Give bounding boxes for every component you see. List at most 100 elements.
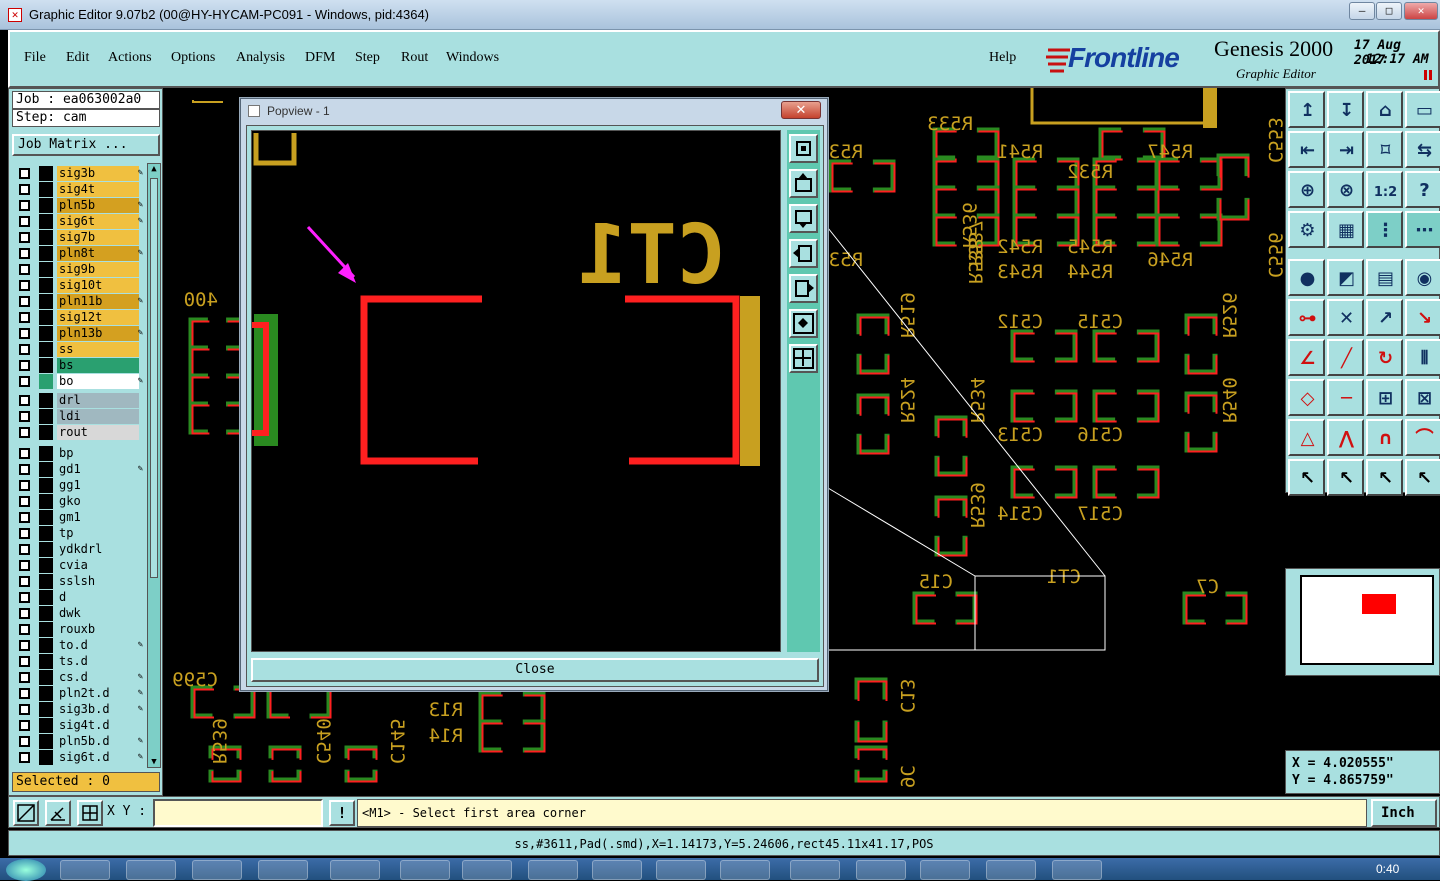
layer-row-pln5b[interactable]: pln5b ✎: [17, 198, 143, 213]
menu-help[interactable]: Help: [989, 50, 1016, 66]
layer-checkbox[interactable]: [19, 448, 30, 459]
popview-zoom-in-button[interactable]: [789, 309, 818, 338]
layer-state-indicator[interactable]: [39, 446, 53, 461]
layer-checkbox[interactable]: [19, 592, 30, 603]
layer-name[interactable]: rouxb: [57, 622, 139, 637]
layer-state-indicator[interactable]: [39, 326, 53, 341]
layer-name[interactable]: sig9b: [57, 262, 139, 277]
snap-points-button[interactable]: ⋮: [1366, 211, 1403, 248]
layer-name[interactable]: drl: [57, 393, 139, 408]
popview-pan-down-button[interactable]: [789, 204, 818, 233]
layer-checkbox[interactable]: [19, 624, 30, 635]
layer-row-ts-d[interactable]: ts.d: [17, 654, 139, 669]
layer-row-to-d[interactable]: to.d ✎: [17, 638, 143, 653]
layer-state-indicator[interactable]: [39, 342, 53, 357]
layer-checkbox[interactable]: [19, 200, 30, 211]
layer-row-cvia[interactable]: cvia: [17, 558, 139, 573]
overview-frame[interactable]: [1300, 575, 1434, 665]
menu-edit[interactable]: Edit: [66, 50, 89, 66]
layer-name[interactable]: sig6t.d ✎: [57, 750, 143, 765]
taskbar-item[interactable]: [528, 860, 578, 880]
layer-state-indicator[interactable]: [39, 734, 53, 749]
layer-row-pln8t[interactable]: pln8t ✎: [17, 246, 143, 261]
layer-state-indicator[interactable]: [39, 638, 53, 653]
layer-name[interactable]: cs.d ✎: [57, 670, 143, 685]
layer-name[interactable]: pln11b ✎: [57, 294, 143, 309]
alert-icon[interactable]: !: [329, 800, 355, 826]
menu-dfm[interactable]: DFM: [305, 50, 335, 66]
measure-button[interactable]: ⚙: [1288, 211, 1325, 248]
layer-row-pln11b[interactable]: pln11b ✎: [17, 294, 143, 309]
mirror-tool-button[interactable]: ⋀: [1327, 419, 1364, 456]
layer-checkbox[interactable]: [19, 704, 30, 715]
layer-row-gm1[interactable]: gm1: [17, 510, 139, 525]
layer-name[interactable]: pln13b ✎: [57, 326, 143, 341]
layer-row-sig6t[interactable]: sig6t ✎: [17, 214, 143, 229]
popview-zoom-out-button[interactable]: [789, 344, 818, 373]
taskbar-item[interactable]: [126, 860, 176, 880]
layer-state-indicator[interactable]: [39, 702, 53, 717]
layer-name[interactable]: tp: [57, 526, 139, 541]
layer-row-sig9b[interactable]: sig9b: [17, 262, 139, 277]
layer-name[interactable]: sig6t ✎: [57, 214, 143, 229]
layer-name[interactable]: ss: [57, 342, 139, 357]
snap-grid-button[interactable]: ⊞: [1366, 379, 1403, 416]
taskbar-item[interactable]: [856, 860, 906, 880]
layer-row-bs[interactable]: bs: [17, 358, 139, 373]
grid-toggle-button[interactable]: ▦: [1327, 211, 1364, 248]
select-single-button[interactable]: ●: [1288, 259, 1325, 296]
layer-state-indicator[interactable]: [39, 494, 53, 509]
pad-tool-button[interactable]: ◇: [1288, 379, 1325, 416]
menu-actions[interactable]: Actions: [108, 50, 152, 66]
popview-pan-left-button[interactable]: [789, 239, 818, 268]
layer-state-indicator[interactable]: [39, 358, 53, 373]
layer-state-indicator[interactable]: [39, 750, 53, 765]
layer-name[interactable]: to.d ✎: [57, 638, 143, 653]
layer-name[interactable]: bp: [57, 446, 139, 461]
menu-options[interactable]: Options: [171, 50, 215, 66]
layer-checkbox[interactable]: [19, 296, 30, 307]
popview-pan-right-button[interactable]: [789, 274, 818, 303]
layer-checkbox[interactable]: [19, 672, 30, 683]
layer-name[interactable]: pln5b.d ✎: [57, 734, 143, 749]
pointer-move-button[interactable]: ↖: [1366, 459, 1403, 496]
layer-name[interactable]: pln2t.d ✎: [57, 686, 143, 701]
layer-state-indicator[interactable]: [39, 574, 53, 589]
units-selector[interactable]: Inch: [1371, 799, 1437, 827]
layer-state-indicator[interactable]: [39, 166, 53, 181]
taskbar-item[interactable]: [330, 860, 380, 880]
layer-state-indicator[interactable]: [39, 214, 53, 229]
layer-row-sig3b-d[interactable]: sig3b.d ✎: [17, 702, 143, 717]
layer-checkbox[interactable]: [19, 720, 30, 731]
snap-midpoints-button[interactable]: ⋯: [1405, 211, 1440, 248]
layer-checkbox[interactable]: [19, 168, 30, 179]
query-button[interactable]: ?: [1405, 171, 1440, 208]
layer-checkbox[interactable]: [19, 608, 30, 619]
fit-button[interactable]: ⌑: [1366, 131, 1403, 168]
select-area-button[interactable]: ◩: [1327, 259, 1364, 296]
layer-checkbox[interactable]: [19, 736, 30, 747]
layer-state-indicator[interactable]: [39, 278, 53, 293]
layer-checkbox[interactable]: [19, 184, 30, 195]
layer-checkbox[interactable]: [19, 464, 30, 475]
home-button[interactable]: ⌂: [1366, 91, 1403, 128]
layer-name[interactable]: sslsh: [57, 574, 139, 589]
layer-name[interactable]: sig7b: [57, 230, 139, 245]
layer-state-indicator[interactable]: [39, 393, 53, 408]
layer-checkbox[interactable]: [19, 688, 30, 699]
taskbar-item[interactable]: [656, 860, 706, 880]
route-button[interactable]: ↘: [1405, 299, 1440, 336]
angle-mode-button[interactable]: [45, 800, 71, 826]
layer-checkbox[interactable]: [19, 280, 30, 291]
layer-state-indicator[interactable]: [39, 670, 53, 685]
layer-row-sig12t[interactable]: sig12t: [17, 310, 139, 325]
menu-windows[interactable]: Windows: [446, 50, 499, 66]
layer-checkbox[interactable]: [19, 216, 30, 227]
layer-checkbox[interactable]: [19, 480, 30, 491]
layer-state-indicator[interactable]: [39, 654, 53, 669]
layer-name[interactable]: d: [57, 590, 139, 605]
menu-step[interactable]: Step: [355, 50, 380, 66]
layer-row-pln13b[interactable]: pln13b ✎: [17, 326, 143, 341]
menu-analysis[interactable]: Analysis: [236, 50, 285, 66]
layer-name[interactable]: gko: [57, 494, 139, 509]
